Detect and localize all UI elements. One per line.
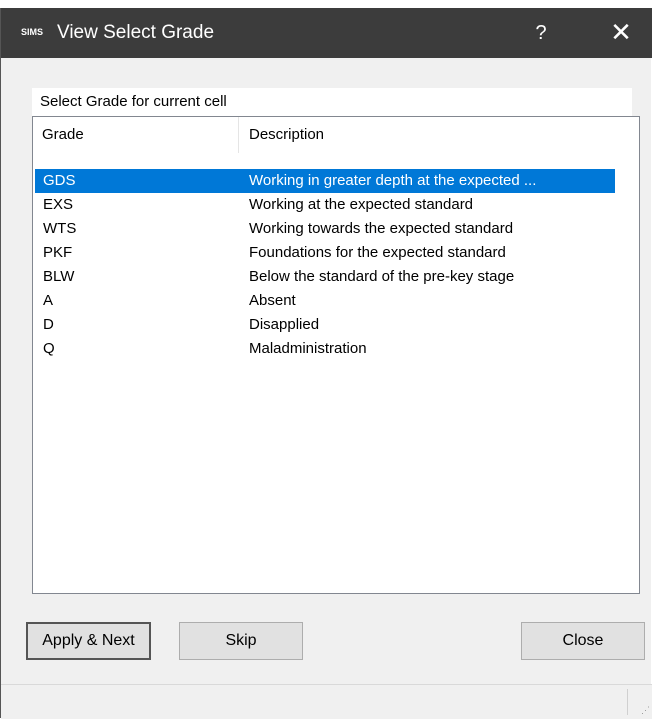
grade-cell: BLW (43, 268, 75, 285)
description-cell: Disapplied (249, 316, 320, 333)
description-cell: Working towards the expected standard (249, 220, 514, 237)
grade-cell: EXS (43, 196, 74, 213)
grade-cell: Q (43, 340, 55, 357)
grade-cell: GDS (43, 172, 76, 189)
select-grade-label: Select Grade for current cell (32, 88, 632, 116)
description-cell: Below the standard of the pre-key stage (249, 268, 515, 285)
grade-list[interactable]: Grade Description GDS Working in greater… (32, 116, 640, 594)
help-button[interactable]: ? (521, 8, 561, 58)
resize-grip-icon[interactable]: ⋰ (641, 705, 650, 716)
apply-next-button[interactable]: Apply & Next (26, 622, 151, 660)
description-cell: Foundations for the expected standard (249, 244, 506, 261)
sims-app-icon: SIMS (21, 27, 44, 37)
list-row-a[interactable]: A Absent (35, 289, 615, 313)
description-cell: Working in greater depth at the expected… (249, 172, 537, 189)
list-row-d[interactable]: D Disapplied (35, 313, 615, 337)
column-header-grade[interactable]: Grade (42, 117, 84, 153)
list-row-exs[interactable]: EXS Working at the expected standard (35, 193, 615, 217)
description-cell: Absent (249, 292, 296, 309)
window-title: View Select Grade (57, 22, 215, 43)
skip-button[interactable]: Skip (179, 622, 303, 660)
grade-cell: A (43, 292, 54, 309)
grade-cell: PKF (43, 244, 73, 261)
list-row-pkf[interactable]: PKF Foundations for the expected standar… (35, 241, 615, 265)
description-cell: Maladministration (249, 340, 367, 357)
list-row-gds[interactable]: GDS Working in greater depth at the expe… (35, 169, 615, 193)
close-window-icon[interactable]: ✕ (599, 8, 643, 58)
grade-cell: D (43, 316, 54, 333)
list-header: Grade Description (33, 117, 639, 153)
grade-cell: WTS (43, 220, 77, 237)
dialog-window: SIMS View Select Grade ? ✕ Select Grade … (0, 8, 652, 719)
list-row-q[interactable]: Q Maladministration (35, 337, 615, 361)
status-divider (627, 689, 628, 715)
list-row-blw[interactable]: BLW Below the standard of the pre-key st… (35, 265, 615, 289)
close-button[interactable]: Close (521, 622, 645, 660)
column-header-description[interactable]: Description (249, 117, 324, 153)
status-bar: ⋰ (1, 684, 652, 719)
list-row-wts[interactable]: WTS Working towards the expected standar… (35, 217, 615, 241)
title-bar[interactable]: SIMS View Select Grade ? ✕ (1, 8, 652, 58)
column-divider[interactable] (238, 117, 239, 153)
description-cell: Working at the expected standard (249, 196, 474, 213)
